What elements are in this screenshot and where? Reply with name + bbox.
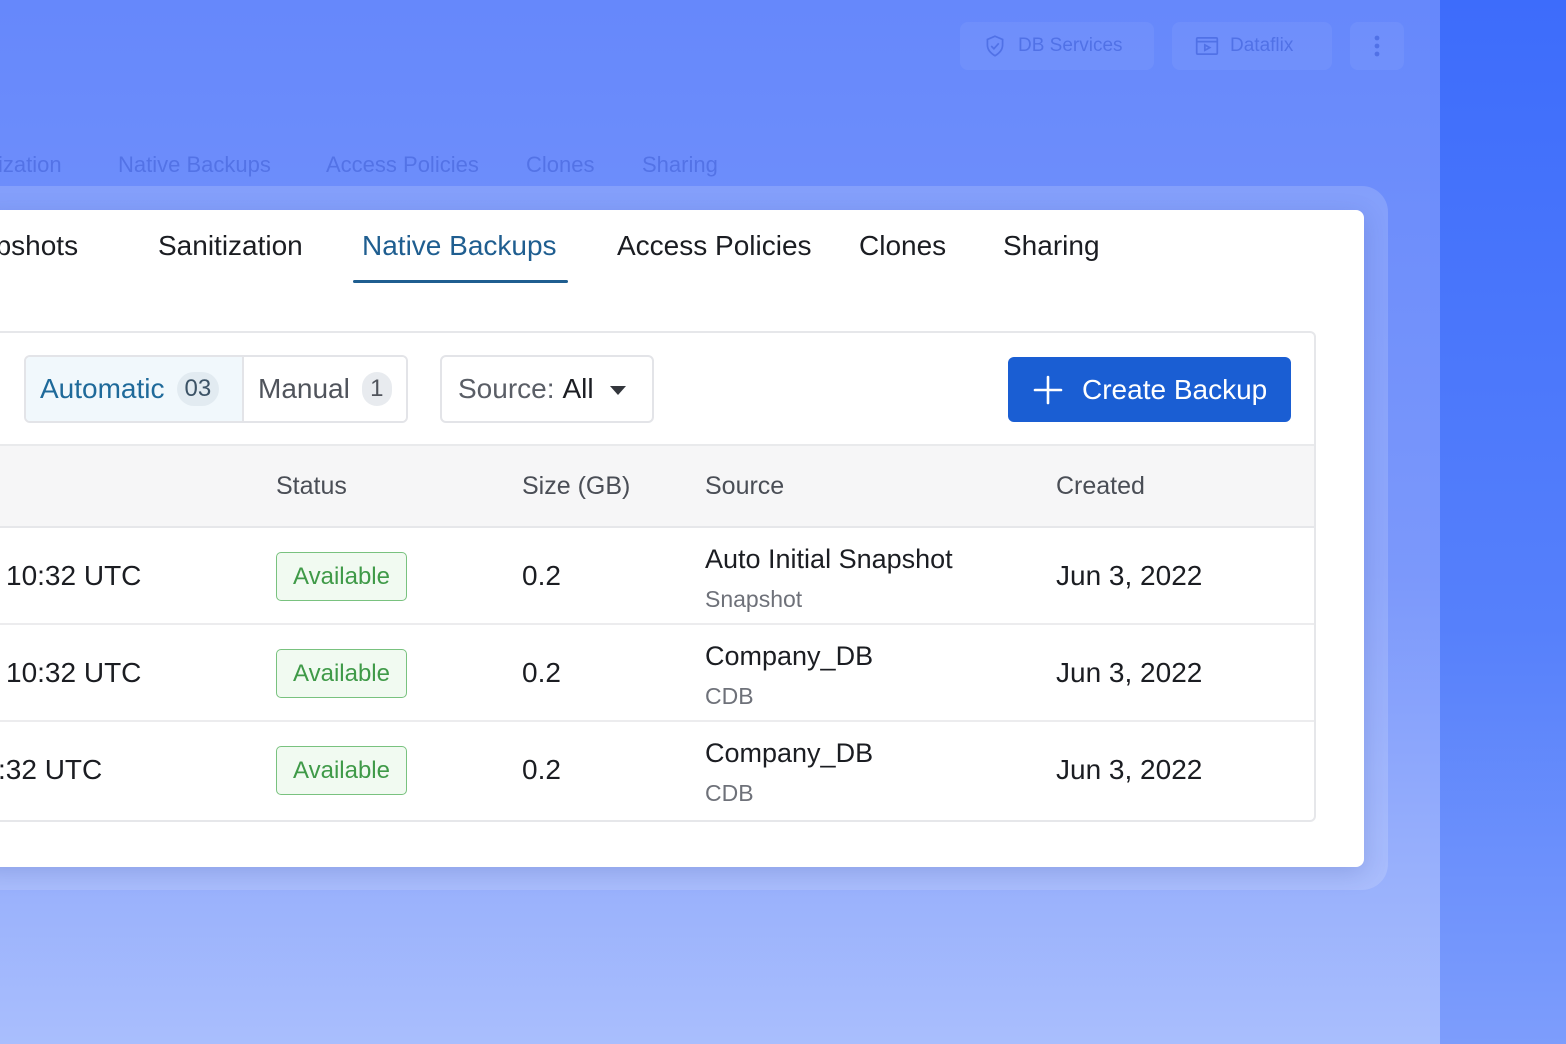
column-header-status: Status	[276, 472, 347, 500]
vertical-dots-icon	[1374, 35, 1380, 57]
status-badge: Available	[276, 552, 407, 601]
bg-tab-clones: Clones	[526, 152, 595, 177]
table-row[interactable]: :32 UTC Available 0.2 Company_DB CDB Jun…	[0, 722, 1314, 819]
source-type: CDB	[705, 683, 754, 709]
source-type: CDB	[705, 780, 754, 806]
backups-card: apshots Sanitization Native Backups Acce…	[0, 210, 1364, 867]
automatic-filter-button[interactable]: Automatic 03	[26, 357, 244, 421]
backup-type-toggle: Automatic 03 Manual 1	[24, 355, 408, 423]
created-date: Jun 3, 2022	[1056, 754, 1203, 785]
source-type: Snapshot	[705, 586, 803, 612]
status-badge: Available	[276, 649, 407, 698]
table-header: Status Size (GB) Source Created	[0, 444, 1314, 528]
column-header-created: Created	[1056, 472, 1145, 500]
column-header-source: Source	[705, 472, 785, 500]
source-filter-value: All	[562, 373, 594, 404]
backup-time: 10:32 UTC	[6, 560, 142, 591]
manual-label: Manual	[258, 373, 350, 404]
manual-count-badge: 1	[361, 372, 392, 406]
manual-filter-button[interactable]: Manual 1	[244, 357, 406, 421]
tab-clones[interactable]: Clones	[859, 230, 946, 262]
tab-native-backups[interactable]: Native Backups	[362, 230, 557, 262]
table-row[interactable]: 10:32 UTC Available 0.2 Company_DB CDB J…	[0, 625, 1314, 722]
tab-snapshots[interactable]: apshots	[0, 230, 78, 262]
tab-sharing[interactable]: Sharing	[1003, 230, 1100, 262]
db-services-button: DB Services	[960, 22, 1154, 70]
source-name: Company_DB	[705, 738, 874, 768]
backup-size: 0.2	[522, 754, 561, 785]
plus-icon	[1033, 375, 1063, 404]
source-filter-dropdown[interactable]: Source: All	[440, 355, 654, 423]
create-backup-button[interactable]: Create Backup	[1008, 357, 1291, 422]
tab-access-policies[interactable]: Access Policies	[617, 230, 812, 262]
backup-time: :32 UTC	[0, 754, 103, 785]
source-name: Auto Initial Snapshot	[705, 544, 953, 574]
more-menu-button	[1350, 22, 1404, 70]
table-row[interactable]: 10:32 UTC Available 0.2 Auto Initial Sna…	[0, 528, 1314, 625]
tab-sanitization[interactable]: Sanitization	[158, 230, 303, 262]
bg-tab-native-backups: Native Backups	[118, 152, 271, 177]
active-tab-indicator	[353, 280, 568, 283]
source-filter-prefix: Source:	[458, 373, 555, 404]
caret-down-icon	[610, 386, 626, 395]
created-date: Jun 3, 2022	[1056, 560, 1203, 591]
automatic-label: Automatic	[40, 373, 165, 404]
db-services-label: DB Services	[1018, 35, 1123, 56]
source-name: Company_DB	[705, 641, 874, 671]
dataflix-button: Dataflix	[1172, 22, 1332, 70]
column-header-size: Size (GB)	[522, 472, 631, 500]
dataflix-label: Dataflix	[1230, 35, 1294, 56]
backup-size: 0.2	[522, 560, 561, 591]
status-badge: Available	[276, 746, 407, 795]
created-date: Jun 3, 2022	[1056, 657, 1203, 688]
automatic-count-badge: 03	[176, 372, 220, 406]
bg-tab-sanitization: ization	[0, 152, 62, 177]
play-window-icon	[1195, 37, 1219, 55]
bg-tab-sharing: Sharing	[642, 152, 718, 177]
backup-time: 10:32 UTC	[6, 657, 142, 688]
create-backup-label: Create Backup	[1082, 373, 1268, 405]
backup-size: 0.2	[522, 657, 561, 688]
bg-tab-access-policies: Access Policies	[326, 152, 479, 177]
shield-check-icon	[986, 35, 1004, 57]
